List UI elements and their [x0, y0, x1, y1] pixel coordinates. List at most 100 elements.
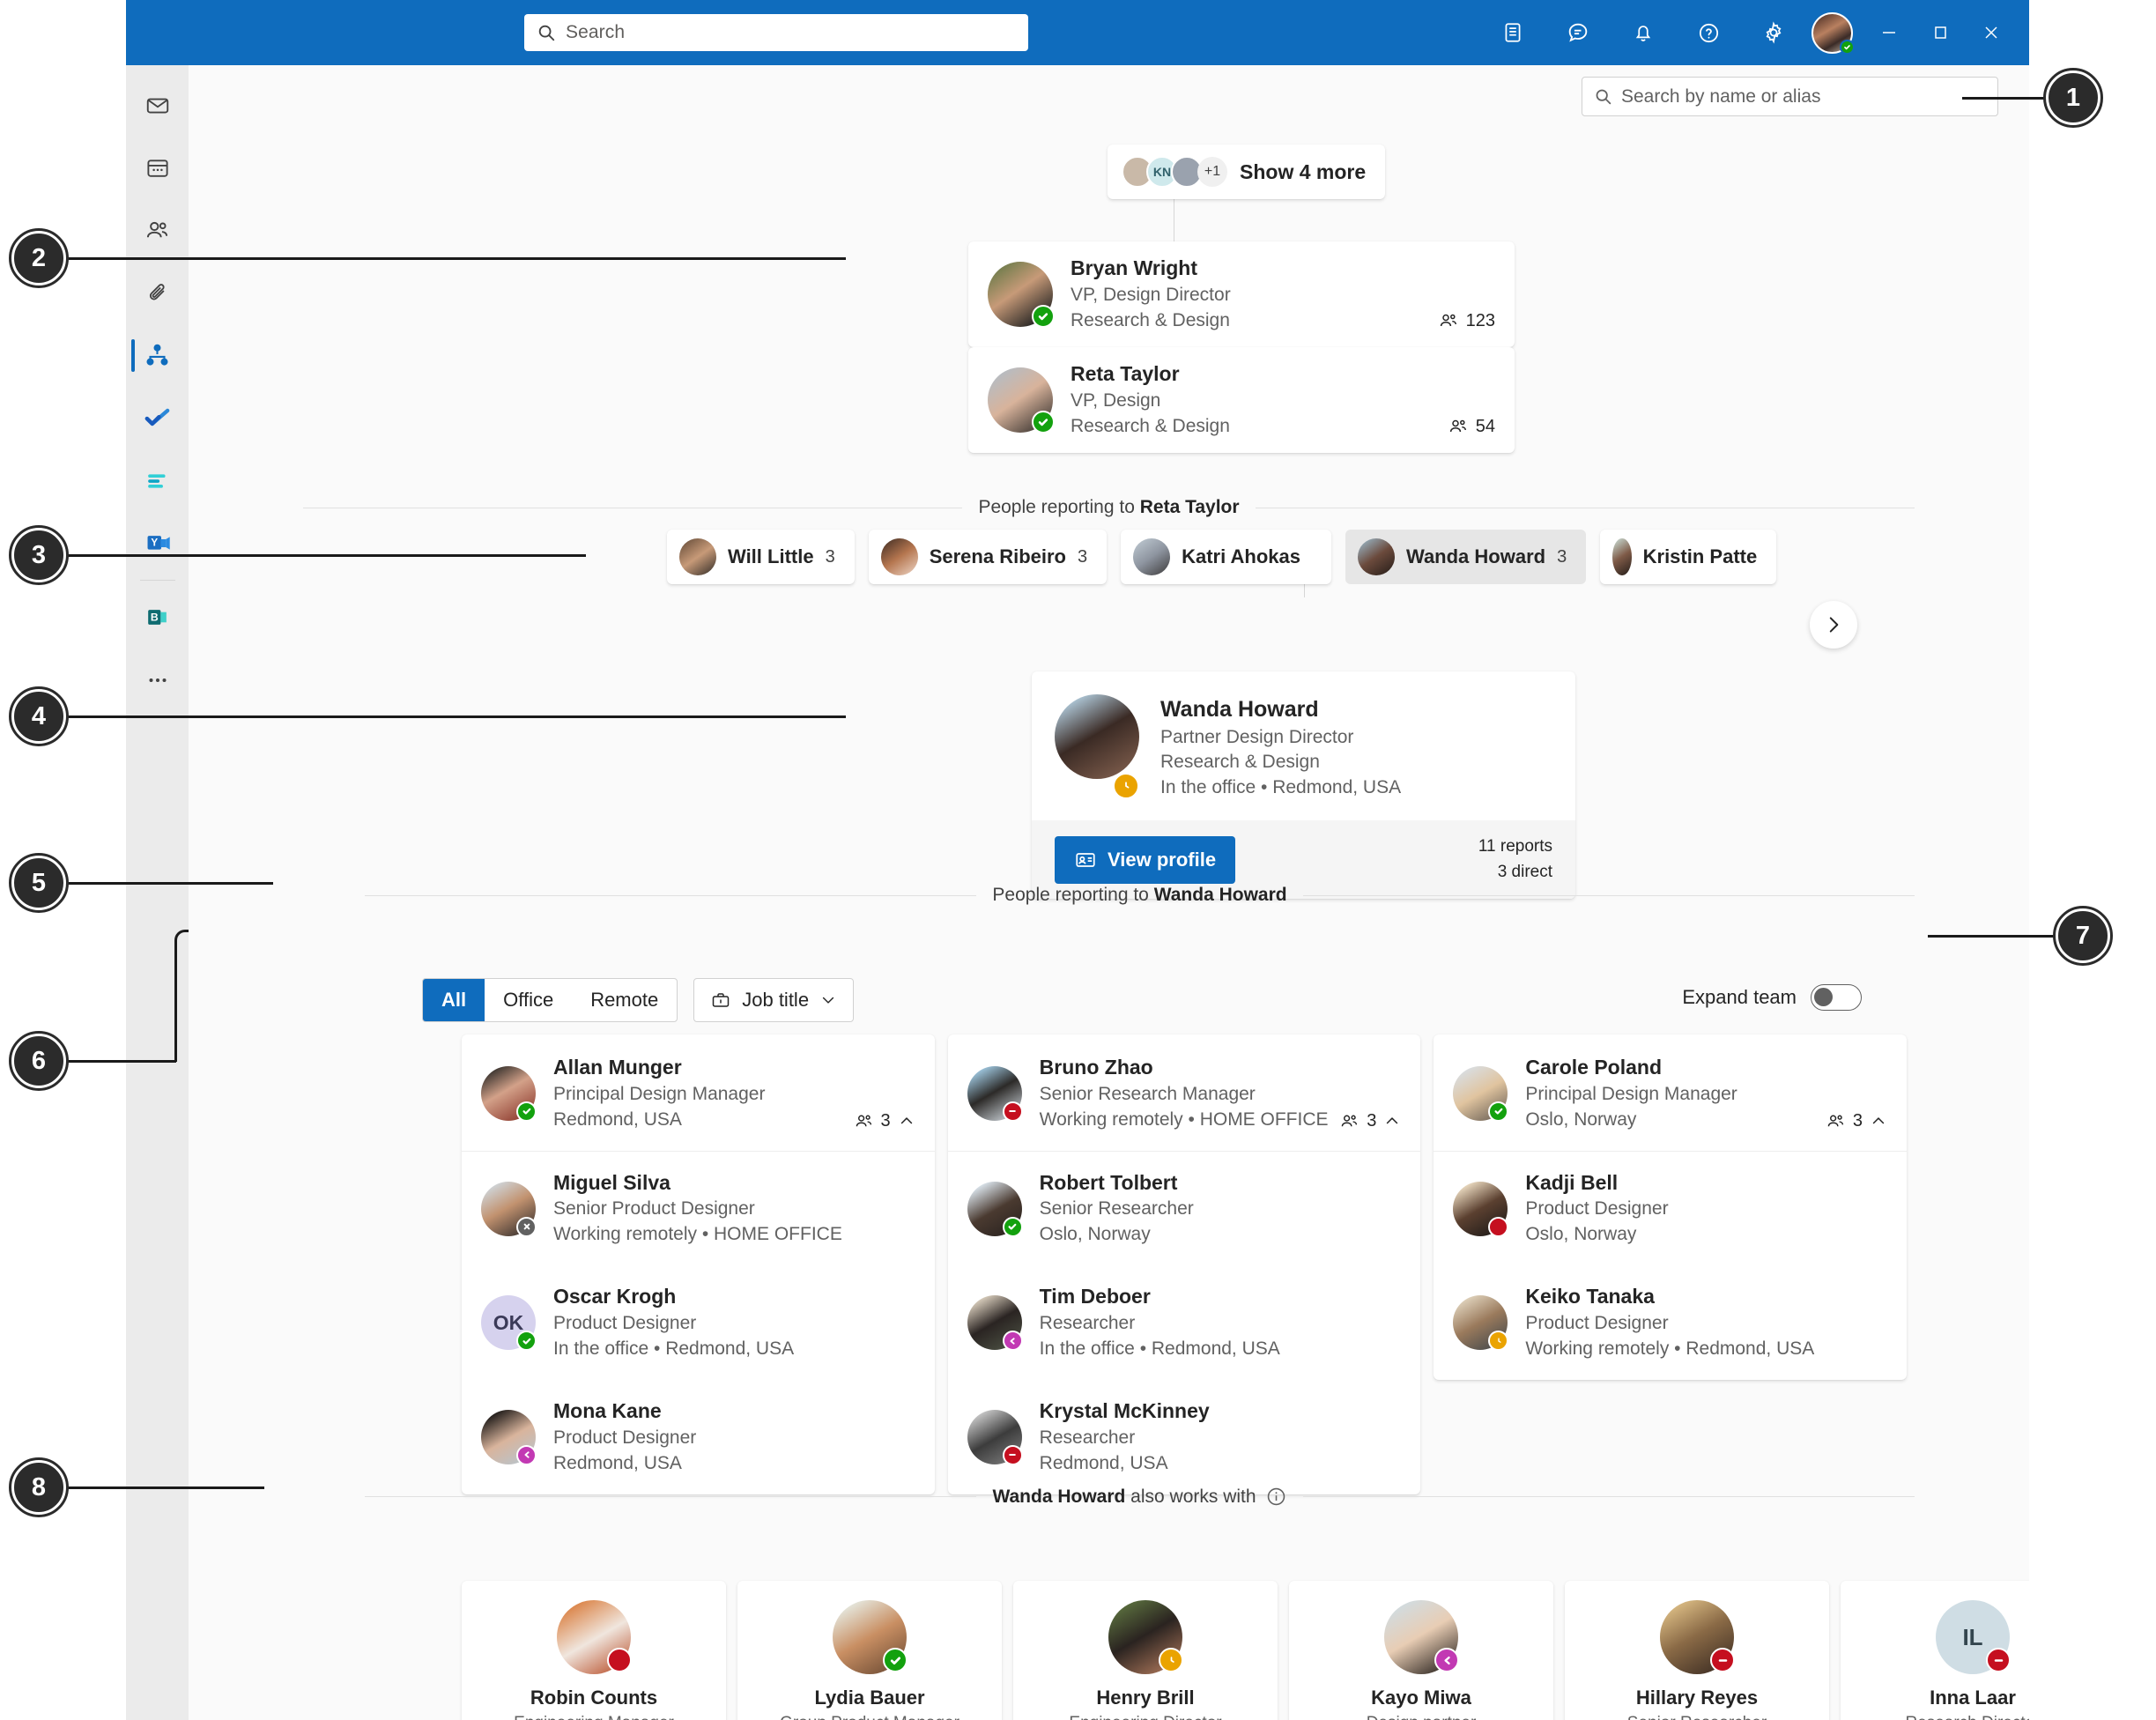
title-bar: Search	[126, 0, 2029, 65]
presence-busy-badge	[607, 1648, 632, 1672]
report-chip-will-little[interactable]: Will Little 3	[667, 530, 855, 584]
show-more-pill[interactable]: KN +1 Show 4 more	[1108, 145, 1386, 199]
team-member-kadji-bell[interactable]: Kadji Bell Product Designer Oslo, Norway	[1434, 1152, 1907, 1266]
person-role: Design partner	[1367, 1714, 1477, 1720]
rail-item-todo[interactable]	[126, 387, 189, 449]
divider-line	[1302, 1496, 1915, 1497]
contact-card-icon	[1076, 852, 1095, 867]
avatar	[1453, 1065, 1509, 1122]
rail-item-org-chart[interactable]	[126, 324, 189, 387]
avatar	[967, 1065, 1023, 1122]
user-avatar[interactable]	[1811, 11, 1855, 55]
minimize-button[interactable]	[1863, 0, 1915, 65]
focused-person-details: Wanda Howard Partner Design Director Res…	[1032, 671, 1575, 820]
presence-available-badge	[1032, 411, 1055, 434]
chips-scroll-right-button[interactable]	[1810, 601, 1857, 649]
presence-available-badge	[516, 1331, 537, 1352]
direct-report-count-value: 3	[880, 1110, 891, 1131]
titlebar-actions	[1480, 0, 2017, 65]
colleague-card-kayo-miwa[interactable]: Kayo Miwa Design partner In the office •…	[1289, 1581, 1553, 1720]
view-profile-button[interactable]: View profile	[1055, 835, 1236, 884]
job-title-dropdown[interactable]: Job title	[693, 978, 855, 1022]
help-icon[interactable]	[1676, 0, 1741, 65]
person-role: Principal Design Manager	[553, 1083, 766, 1104]
team-member-tim-deboer[interactable]: Tim Deboer Researcher In the office • Re…	[948, 1265, 1421, 1380]
chip-count: 3	[1077, 546, 1088, 567]
report-chip-wanda-howard[interactable]: Wanda Howard 3	[1345, 530, 1587, 584]
team-member-robert-tolbert[interactable]: Robert Tolbert Senior Researcher Oslo, N…	[948, 1152, 1421, 1266]
report-count-value: 54	[1475, 416, 1495, 436]
direct-report-count[interactable]: 3	[1339, 1111, 1401, 1131]
people-icon	[1440, 314, 1456, 327]
filter-all[interactable]: All	[423, 979, 485, 1021]
feed-icon[interactable]	[1480, 0, 1545, 65]
person-role: Senior Researcher	[1039, 1198, 1194, 1220]
person-role: Product Designer	[1525, 1313, 1669, 1334]
focused-person-card[interactable]: Wanda Howard Partner Design Director Res…	[1032, 671, 1575, 900]
team-member-oscar-krogh[interactable]: OK Oscar Krogh Product Designer In the o…	[462, 1265, 935, 1380]
team-member-miguel-silva[interactable]: Miguel Silva Senior Product Designer Wor…	[462, 1152, 935, 1266]
person-location: Oslo, Norway	[1039, 1224, 1151, 1245]
maximize-button[interactable]	[1915, 0, 1966, 65]
callout-leader-6-corner	[174, 930, 189, 1062]
avatar	[1133, 538, 1171, 575]
team-lead-carole-poland[interactable]: Carole Poland Principal Design Manager O…	[1434, 1034, 1908, 1152]
people-icon	[1449, 419, 1466, 433]
colleague-card-lydia-bauer[interactable]: Lydia Bauer Group Product Manager In the…	[737, 1581, 1002, 1720]
team-lead-allan-munger[interactable]: Allan Munger Principal Design Manager Re…	[462, 1034, 935, 1152]
presence-out-of-office-badge	[1434, 1648, 1459, 1672]
rail-item-more-apps[interactable]	[126, 649, 189, 711]
manager-card-reta-taylor[interactable]: Reta Taylor VP, Design Research & Design…	[968, 347, 1515, 453]
focused-person-info: Wanda Howard Partner Design Director Res…	[1160, 694, 1401, 801]
bell-icon[interactable]	[1611, 0, 1676, 65]
chat-icon[interactable]	[1545, 0, 1611, 65]
rail-item-attachment[interactable]	[126, 262, 189, 324]
rail-item-calendar[interactable]	[126, 137, 189, 199]
location-filter-segmented: All Office Remote	[422, 978, 678, 1022]
chip-name: Kristin Patte	[1642, 545, 1758, 567]
person-name: Mona Kane	[553, 1399, 662, 1423]
team-member-keiko-tanaka[interactable]: Keiko Tanaka Product Designer Working re…	[1434, 1265, 1907, 1380]
person-role: Engineering Manager	[514, 1714, 674, 1720]
report-chip-kristin-patterson[interactable]: Kristin Patte	[1600, 530, 1777, 584]
people-search-input[interactable]: Search by name or alias	[1582, 77, 1998, 116]
team-member-mona-kane[interactable]: Mona Kane Product Designer Redmond, USA	[462, 1380, 935, 1494]
close-button[interactable]	[1966, 0, 2017, 65]
filter-office[interactable]: Office	[485, 979, 572, 1021]
manager-card-bryan-wright[interactable]: Bryan Wright VP, Design Director Researc…	[968, 241, 1515, 347]
colleague-card-inna-laar[interactable]: IL Inna Laar Research Director Working r…	[1841, 1581, 2029, 1720]
direct-report-count[interactable]: 3	[1826, 1111, 1887, 1131]
colleague-card-robin-counts[interactable]: Robin Counts Engineering Manager Oslo, N…	[462, 1581, 726, 1720]
report-chip-serena-ribeiro[interactable]: Serena Ribeiro 3	[868, 530, 1108, 584]
rail-item-people[interactable]	[126, 199, 189, 262]
person-location: Redmond, USA	[1039, 1452, 1168, 1473]
direct-report-count[interactable]: 3	[854, 1111, 915, 1131]
expand-team-toggle[interactable]	[1811, 984, 1862, 1011]
filter-remote[interactable]: Remote	[572, 979, 677, 1021]
presence-out-of-office-badge	[1002, 1331, 1023, 1352]
person-role: VP, Design Director	[1071, 284, 1231, 305]
report-chip-katri-ahokas[interactable]: Katri Ahokas	[1121, 530, 1331, 584]
presence-offline-badge	[516, 1216, 537, 1237]
screenshot-root: Search Y B Search by name or alias KN +1…	[0, 0, 2156, 1720]
callout-leader-7	[1928, 935, 2056, 938]
gear-icon[interactable]	[1741, 0, 1806, 65]
more-apps-icon	[149, 678, 166, 682]
rail-item-bookings[interactable]: B	[126, 586, 189, 649]
rail-item-yammer[interactable]: Y	[126, 512, 189, 575]
person-name: Henry Brill	[1096, 1687, 1195, 1709]
person-location: In the office • Redmond, USA	[1039, 1338, 1280, 1360]
avatar	[1108, 1600, 1183, 1674]
team-member-krystal-mckinney[interactable]: Krystal McKinney Researcher Redmond, USA	[948, 1380, 1421, 1494]
team-lead-bruno-zhao[interactable]: Bruno Zhao Senior Research Manager Worki…	[947, 1034, 1421, 1152]
rail-item-mail[interactable]	[126, 74, 189, 137]
rail-item-planner[interactable]	[126, 449, 189, 512]
bookings-icon: B	[148, 610, 167, 625]
colleague-card-henry-brill[interactable]: Henry Brill Engineering Director Working…	[1013, 1581, 1278, 1720]
global-search-input[interactable]: Search	[524, 14, 1028, 51]
expand-team-label: Expand team	[1682, 986, 1797, 1008]
yammer-icon: Y	[147, 536, 170, 550]
info-icon[interactable]	[1265, 1486, 1287, 1508]
avatar	[1384, 1600, 1459, 1674]
colleague-card-hillary-reyes[interactable]: Hillary Reyes Senior Researcher Working …	[1565, 1581, 1829, 1720]
